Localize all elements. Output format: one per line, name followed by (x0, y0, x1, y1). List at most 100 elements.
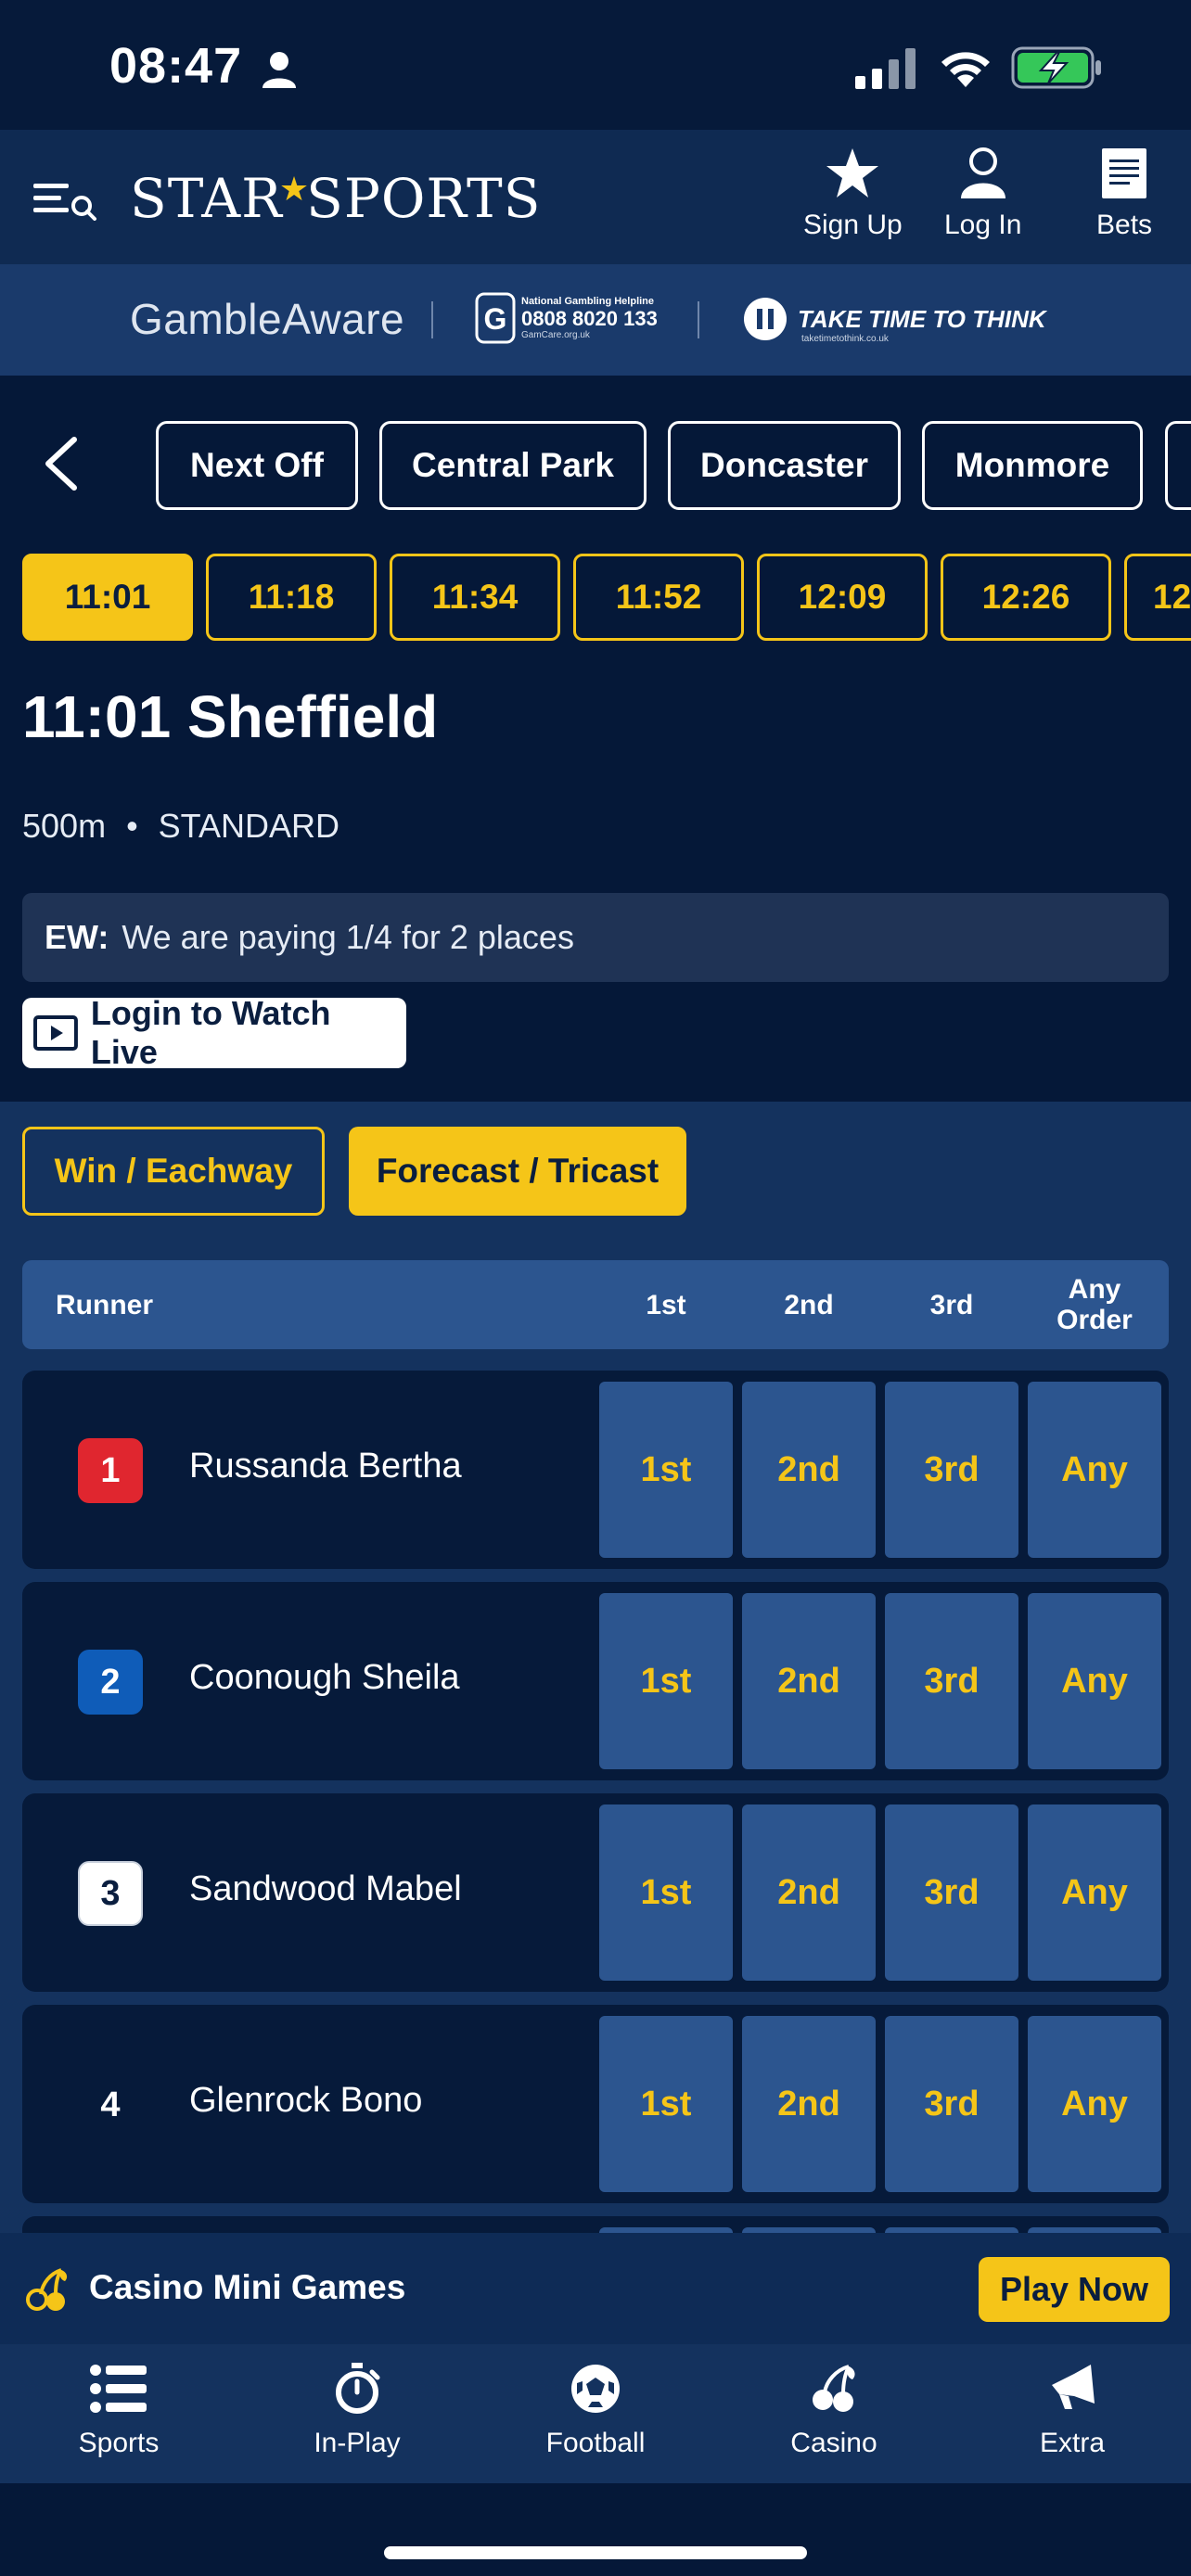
casino-promo-title: Casino Mini Games (89, 2268, 406, 2306)
home-indicator[interactable] (384, 2546, 807, 2559)
market-panel: Win / Eachway Forecast / Tricast Runner … (0, 1102, 1191, 2272)
runner-row: 4 Glenrock Bono 1st 2nd 3rd Any (22, 2005, 1169, 2203)
chevron-left-icon[interactable] (41, 436, 82, 496)
select-3rd-button[interactable]: 3rd (885, 1804, 1018, 1981)
list-icon (90, 2365, 147, 2413)
select-2nd-button[interactable]: 2nd (742, 1804, 876, 1981)
runner-name: Sandwood Mabel (189, 1869, 462, 1908)
sign-up-button[interactable]: Sign Up (803, 147, 903, 241)
status-bar: 08:47 (0, 0, 1191, 130)
select-3rd-button[interactable]: 3rd (885, 1593, 1018, 1769)
watch-live-button[interactable]: Login to Watch Live (22, 994, 406, 1071)
any-order-column-header: Any Order (1057, 1274, 1133, 1335)
runner-row: 1 Russanda Bertha 1st 2nd 3rd Any (22, 1371, 1169, 1569)
select-3rd-button[interactable]: 3rd (885, 2016, 1018, 2192)
take-time-to-think-url: taketimetothink.co.uk (801, 334, 889, 344)
football-icon (571, 2365, 620, 2413)
meeting-tab-monmore[interactable]: Monmore (922, 421, 1143, 510)
watch-live-label: Login to Watch Live (90, 994, 331, 1071)
person-icon (262, 51, 297, 93)
race-time-tab-1101[interactable]: 11:01 (22, 554, 193, 641)
select-any-button[interactable]: Any (1028, 1382, 1161, 1558)
runner-name: Russanda Bertha (189, 1447, 462, 1486)
select-any-button[interactable]: Any (1028, 1593, 1161, 1769)
meeting-tab-doncaster[interactable]: Doncaster (668, 421, 901, 510)
ew-text: We are paying 1/4 for 2 places (122, 918, 574, 956)
menu-search-icon[interactable] (32, 178, 102, 225)
race-time-tab-1118[interactable]: 11:18 (206, 554, 377, 641)
nav-sports-label: Sports (78, 2428, 160, 2458)
race-time-tab-1152[interactable]: 11:52 (573, 554, 744, 641)
trap-number: 2 (78, 1650, 143, 1715)
race-info: 500m • STANDARD (22, 807, 340, 845)
race-distance: 500m (22, 807, 107, 845)
select-any-button[interactable]: Any (1028, 2016, 1161, 2192)
gamcare-logo-icon: G (475, 292, 516, 349)
divider (698, 301, 699, 338)
meeting-tab-next-off[interactable]: Next Off (156, 421, 358, 510)
nav-sports[interactable]: Sports (26, 2363, 211, 2459)
gambleaware-logo[interactable]: GambleAware (130, 294, 404, 344)
nav-in-play-label: In-Play (314, 2428, 401, 2458)
nav-football[interactable]: Football (503, 2363, 688, 2459)
nav-football-label: Football (545, 2428, 646, 2458)
race-time-tab-1226[interactable]: 12:26 (941, 554, 1111, 641)
divider (431, 301, 433, 338)
gamcare-helpline[interactable]: National Gambling Helpline 0808 8020 133… (521, 297, 658, 340)
meeting-tab-more[interactable] (1165, 421, 1191, 510)
tab-forecast-tricast[interactable]: Forecast / Tricast (349, 1127, 686, 1216)
cellular-signal-icon (855, 48, 920, 94)
runner-name: Coonough Sheila (189, 1658, 460, 1697)
trap-number: 3 (78, 1861, 143, 1926)
race-time-tab-1243[interactable]: 12:43 (1124, 554, 1191, 641)
select-2nd-button[interactable]: 2nd (742, 2016, 876, 2192)
each-way-terms: EW: We are paying 1/4 for 2 places (22, 893, 1169, 982)
select-2nd-button[interactable]: 2nd (742, 1382, 876, 1558)
casino-promo-bar: Casino Mini Games Play Now (0, 2233, 1191, 2344)
nav-extra-label: Extra (1039, 2428, 1106, 2458)
nav-casino[interactable]: Casino (741, 2363, 927, 2459)
runner-column-header: Runner (56, 1289, 153, 1320)
megaphone-icon (1052, 2365, 1095, 2409)
ew-label: EW: (45, 918, 109, 956)
meeting-tabs: Next Off Central Park Doncaster Monmore (0, 408, 1191, 519)
third-column-header: 3rd (929, 1289, 974, 1320)
user-icon (960, 147, 1005, 198)
meeting-tab-central-park[interactable]: Central Park (379, 421, 647, 510)
first-column-header: 1st (646, 1289, 686, 1320)
select-1st-button[interactable]: 1st (599, 2016, 733, 2192)
race-title: 11:01 Sheffield (22, 683, 439, 750)
play-video-icon (33, 1015, 78, 1051)
battery-charging-icon (1011, 46, 1104, 94)
app-header: STAR★SPORTS Sign Up Log In Bets (0, 130, 1191, 264)
race-grade: STANDARD (158, 807, 340, 845)
nav-extra[interactable]: Extra (980, 2363, 1165, 2459)
race-time-tab-1209[interactable]: 12:09 (757, 554, 928, 641)
race-time-tab-1134[interactable]: 11:34 (390, 554, 560, 641)
sign-up-label: Sign Up (803, 210, 903, 240)
cherry-icon (813, 2365, 855, 2412)
svg-text:G: G (484, 302, 507, 336)
race-time-tabs: 11:01 11:18 11:34 11:52 12:09 12:26 12:4… (0, 551, 1191, 644)
select-2nd-button[interactable]: 2nd (742, 1593, 876, 1769)
tab-win-eachway[interactable]: Win / Eachway (22, 1127, 325, 1216)
take-time-to-think-logo[interactable]: TAKE TIME TO THINK (798, 305, 1046, 334)
starsports-logo[interactable]: STAR★SPORTS (130, 167, 541, 230)
nav-in-play[interactable]: In-Play (264, 2363, 450, 2459)
responsible-gambling-banner: GambleAware G National Gambling Helpline… (0, 264, 1191, 376)
bets-button[interactable]: Bets (1096, 147, 1152, 241)
runner-row: 3 Sandwood Mabel 1st 2nd 3rd Any (22, 1793, 1169, 1992)
second-column-header: 2nd (784, 1289, 834, 1320)
select-1st-button[interactable]: 1st (599, 1593, 733, 1769)
select-3rd-button[interactable]: 3rd (885, 1382, 1018, 1558)
select-1st-button[interactable]: 1st (599, 1382, 733, 1558)
wifi-icon (937, 45, 994, 94)
log-in-button[interactable]: Log In (944, 147, 1021, 241)
pause-icon (742, 296, 788, 347)
select-any-button[interactable]: Any (1028, 1804, 1161, 1981)
betslip-icon (1102, 148, 1147, 198)
play-now-button[interactable]: Play Now (979, 2257, 1170, 2322)
trap-number: 4 (100, 2085, 121, 2124)
table-header: Runner 1st 2nd 3rd Any Order (22, 1260, 1169, 1349)
select-1st-button[interactable]: 1st (599, 1804, 733, 1981)
